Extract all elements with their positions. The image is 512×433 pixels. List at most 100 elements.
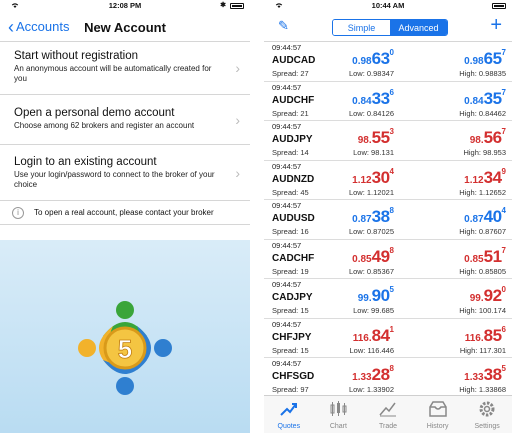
tab-label: Quotes	[277, 423, 301, 430]
quote-spread: Spread: 19	[272, 266, 309, 276]
ask-price-prefix: 0.84	[464, 95, 484, 107]
edit-pencil-icon[interactable]: ✎	[278, 18, 289, 34]
quote-high: High: 0.85805	[459, 266, 506, 276]
ask-price-big: 65	[483, 49, 502, 68]
ask-price-pip: 7	[501, 87, 506, 97]
ask-price-pip: 6	[501, 324, 506, 334]
bid-price-big: 38	[371, 207, 390, 226]
quote-row[interactable]: 09:44:57 AUDNZD Spread: 45 1.12304 1.12349 Lo…	[264, 161, 512, 200]
info-text: To open a real account, please contact y…	[34, 208, 214, 217]
quote-spread: Spread: 97	[272, 385, 309, 394]
metatrader-banner: 5	[0, 240, 250, 433]
option-subtitle: An anonymous account will be automatical…	[14, 64, 212, 83]
ask-price-prefix: 116.	[464, 332, 484, 344]
segment-advanced[interactable]: Advanced	[390, 20, 447, 35]
quote-time: 09:44:57	[272, 359, 302, 368]
quote-symbol: CADCHF	[272, 252, 315, 264]
quote-time: 09:44:57	[272, 43, 302, 52]
ask-price-pip: 7	[501, 245, 506, 255]
ask-price: 1.33385	[464, 364, 506, 385]
bid-price: 1.33288	[352, 364, 394, 385]
settings-icon	[477, 400, 497, 423]
ask-price-prefix: 99.	[469, 293, 484, 304]
ask-price-big: 35	[483, 88, 502, 108]
tab-bar: Quotes Chart Trade History Settings	[264, 395, 512, 433]
history-icon	[428, 400, 448, 423]
bid-price: 116.841	[353, 325, 394, 346]
bid-price-pip: 6	[389, 87, 394, 97]
bid-price-pip: 4	[389, 166, 394, 176]
quote-row[interactable]: 09:44:57 CHFSGD Spread: 97 1.33288 1.33385 Lo…	[264, 358, 512, 398]
bid-price-prefix: 1.12	[352, 174, 372, 186]
quote-symbol: AUDCAD	[272, 55, 316, 66]
bid-price-big: 55	[371, 128, 390, 147]
tab-trade[interactable]: Trade	[363, 396, 413, 433]
tab-quotes[interactable]: Quotes	[264, 396, 314, 433]
quote-high: High: 98.953	[463, 148, 506, 157]
nav-bar: ‹ Accounts New Account	[0, 12, 250, 42]
quote-high: High: 117.301	[459, 345, 506, 355]
quote-row[interactable]: 09:44:57 CADCHF Spread: 19 0.85498 0.85517 Lo…	[264, 240, 512, 279]
bluetooth-icon: ✱	[220, 2, 226, 9]
quote-high: High: 100.174	[459, 306, 506, 315]
quote-symbol: CHFJPY	[272, 331, 312, 343]
status-time: 12:08 PM	[108, 1, 142, 10]
bid-price: 0.85498	[352, 246, 394, 267]
bid-price-pip: 0	[389, 48, 394, 57]
chevron-right-icon: ›	[235, 164, 240, 181]
chevron-right-icon: ›	[235, 60, 240, 76]
trade-icon	[378, 400, 398, 423]
bid-price-prefix: 0.84	[352, 95, 372, 107]
quote-symbol: AUDNZD	[272, 173, 315, 185]
bid-price: 99.905	[358, 285, 394, 306]
ask-price-pip: 5	[501, 364, 506, 373]
ask-price: 0.84357	[464, 88, 506, 109]
option-title: Open a personal demo account	[14, 107, 175, 119]
quote-row[interactable]: 09:44:57 AUDUSD Spread: 16 0.87388 0.87404 Lo…	[264, 200, 512, 240]
quote-spread: Spread: 15	[272, 345, 309, 355]
ask-price-pip: 7	[501, 127, 506, 136]
quote-row[interactable]: 09:44:57 CHFJPY Spread: 15 116.841 116.856 Lo…	[264, 319, 512, 358]
quote-time: 09:44:57	[272, 240, 302, 250]
quote-time: 09:44:57	[272, 82, 302, 92]
bid-price-pip: 8	[389, 364, 394, 373]
ask-price-big: 92	[483, 286, 502, 305]
ask-price-prefix: 0.98	[464, 56, 484, 67]
quote-time: 09:44:57	[272, 122, 302, 131]
quote-low: Low: 0.85367	[348, 266, 394, 276]
ask-price-big: 51	[483, 246, 502, 266]
ask-price-prefix: 98.	[469, 135, 484, 146]
quote-low: Low: 116.446	[349, 345, 394, 355]
quote-row[interactable]: 09:44:57 CADJPY Spread: 15 99.905 99.920 Low:…	[264, 279, 512, 319]
quote-row[interactable]: 09:44:57 AUDCHF Spread: 21 0.84336 0.84357 Lo…	[264, 82, 512, 121]
bid-price-prefix: 0.98	[352, 56, 372, 67]
quote-time: 09:44:57	[272, 319, 302, 329]
start-without-registration-option[interactable]: Start without registration An anonymous …	[0, 42, 250, 95]
quote-spread: Spread: 27	[272, 69, 309, 78]
option-subtitle: Use your login/password to connect to th…	[14, 170, 215, 189]
ask-price-big: 40	[483, 207, 502, 226]
tab-history[interactable]: History	[413, 396, 463, 433]
quote-spread: Spread: 16	[272, 227, 309, 236]
bid-price-pip: 8	[389, 206, 394, 215]
quote-low: Low: 99.685	[353, 306, 394, 315]
quote-row[interactable]: 09:44:57 AUDJPY Spread: 14 98.553 98.567 Low:…	[264, 121, 512, 161]
quote-symbol: AUDJPY	[272, 134, 313, 145]
quote-row[interactable]: 09:44:57 AUDCAD Spread: 27 0.98630 0.98657 Lo…	[264, 42, 512, 82]
open-demo-account-option[interactable]: Open a personal demo account Choose amon…	[0, 95, 250, 145]
quote-time: 09:44:57	[272, 280, 302, 289]
nav-bar: ✎ Simple Advanced +	[264, 12, 512, 42]
tab-settings[interactable]: Settings	[462, 396, 512, 433]
quote-symbol: AUDUSD	[272, 213, 315, 224]
segment-simple[interactable]: Simple	[333, 20, 390, 35]
bid-price-pip: 5	[389, 285, 394, 294]
tab-label: Settings	[474, 423, 500, 430]
quote-high: High: 1.33868	[459, 385, 506, 394]
tab-chart[interactable]: Chart	[314, 396, 364, 433]
tab-label: Trade	[378, 423, 397, 430]
option-subtitle: Choose among 62 brokers and register an …	[14, 121, 195, 130]
login-existing-account-option[interactable]: Login to an existing account Use your lo…	[0, 145, 250, 201]
quote-time: 09:44:57	[272, 161, 302, 171]
option-title: Login to an existing account	[14, 156, 157, 168]
add-symbol-icon[interactable]: +	[490, 15, 502, 35]
